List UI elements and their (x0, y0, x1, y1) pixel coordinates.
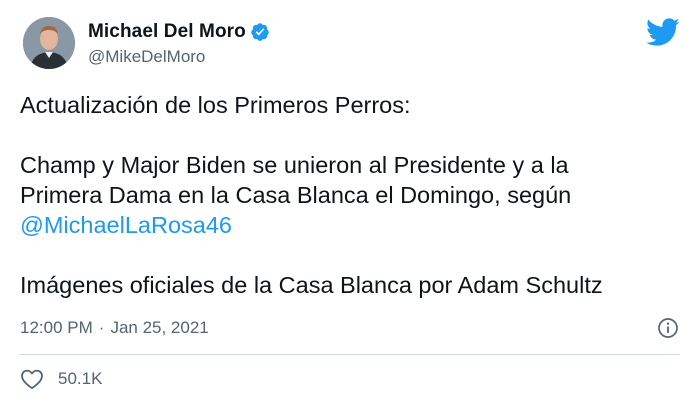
tweet-header: Michael Del Moro @MikeDelMoro (20, 14, 680, 76)
tweet-meta: 12:00 PM · Jan 25, 2021 (20, 316, 680, 340)
tweet-body-line-1: Champ y Major Biden se unieron al Presid… (20, 152, 569, 178)
tweet-text: Actualización de los Primeros Perros: Ch… (20, 90, 682, 300)
author-names: Michael Del Moro @MikeDelMoro (88, 20, 270, 67)
tweet-time[interactable]: 12:00 PM (20, 318, 93, 338)
avatar[interactable] (23, 17, 75, 69)
divider (20, 354, 680, 355)
info-icon[interactable] (656, 316, 680, 340)
twitter-bird-icon[interactable] (646, 18, 680, 48)
tweet-actions: 50.1K (20, 366, 102, 392)
tweet-credit-line: Imágenes oficiales de la Casa Blanca por… (20, 272, 603, 298)
tweet-body-line-2: Primera Dama en la Casa Blanca el Doming… (20, 182, 572, 208)
author-display-name[interactable]: Michael Del Moro (88, 21, 246, 43)
tweet-card: Michael Del Moro @MikeDelMoro Actualizac… (0, 0, 700, 406)
display-name-row: Michael Del Moro (88, 20, 270, 44)
tweet-date[interactable]: Jan 25, 2021 (110, 318, 208, 338)
author-handle[interactable]: @MikeDelMoro (88, 47, 270, 67)
meta-separator: · (98, 318, 105, 337)
verified-badge-icon (250, 22, 270, 42)
heart-icon[interactable] (20, 368, 44, 390)
mention-link[interactable]: @MichaelLaRosa46 (20, 212, 232, 238)
tweet-title-line: Actualización de los Primeros Perros: (20, 92, 411, 118)
like-count[interactable]: 50.1K (58, 369, 102, 389)
